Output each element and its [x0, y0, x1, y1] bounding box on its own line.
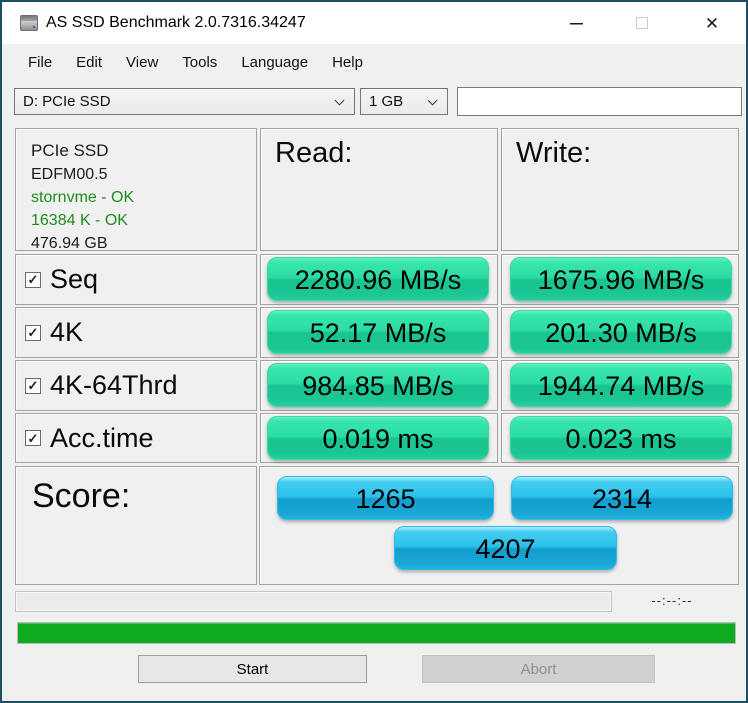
write-header-panel: Write: [501, 128, 739, 251]
menu-edit[interactable]: Edit [64, 44, 114, 82]
ssd-drive-icon [20, 14, 38, 31]
4k-checkbox[interactable]: ✓ [25, 325, 41, 341]
menu-language[interactable]: Language [229, 44, 320, 82]
row-4k-label: 4K [50, 317, 83, 348]
4k-read-value: 52.17 MB/s [267, 310, 489, 354]
chevron-down-icon [335, 96, 345, 106]
row-seq-label: Seq [50, 264, 98, 295]
maximize-button[interactable] [618, 2, 666, 44]
score-read-value: 1265 [277, 476, 494, 520]
seq-write-value: 1675.96 MB/s [510, 257, 732, 301]
current-test-progress-bar [15, 591, 612, 612]
score-label-panel: Score: [15, 466, 257, 585]
drive-select[interactable]: D: PCIe SSD [14, 88, 355, 115]
read-header: Read: [261, 129, 497, 170]
menu-help[interactable]: Help [320, 44, 375, 82]
drive-select-value: D: PCIe SSD [23, 93, 111, 110]
check-icon: ✓ [28, 326, 39, 339]
acctime-write-value: 0.023 ms [510, 416, 732, 460]
overall-progress-bar [17, 622, 736, 644]
test-size-value: 1 GB [369, 93, 403, 110]
write-header: Write: [502, 129, 738, 170]
window-title: AS SSD Benchmark 2.0.7316.34247 [46, 2, 306, 44]
drive-capacity: 476.94 GB [31, 232, 256, 255]
acctime-checkbox[interactable]: ✓ [25, 430, 41, 446]
score-label: Score: [32, 477, 130, 515]
app-window: AS SSD Benchmark 2.0.7316.34247 ✕ File E… [0, 0, 748, 703]
time-remaining: --:--:-- [630, 593, 714, 608]
row-4k64thrd: ✓ 4K-64Thrd [15, 360, 257, 411]
test-size-select[interactable]: 1 GB [360, 88, 448, 115]
seq-checkbox[interactable]: ✓ [25, 272, 41, 288]
start-button[interactable]: Start [138, 655, 367, 683]
menu-tools[interactable]: Tools [170, 44, 229, 82]
row-acctime: ✓ Acc.time [15, 413, 257, 463]
4k-write-value: 201.30 MB/s [510, 310, 732, 354]
check-icon: ✓ [28, 379, 39, 392]
close-button[interactable]: ✕ [688, 2, 736, 44]
drive-info-panel: PCIe SSD EDFM00.5 stornvme - OK 16384 K … [15, 128, 257, 251]
4k64thrd-write-value: 1944.74 MB/s [510, 363, 732, 407]
row-4k64thrd-label: 4K-64Thrd [50, 370, 178, 401]
score-total-value: 4207 [394, 526, 617, 570]
chevron-down-icon [428, 96, 438, 106]
start-button-label: Start [237, 661, 269, 678]
row-seq: ✓ Seq [15, 254, 257, 305]
row-4k: ✓ 4K [15, 307, 257, 358]
read-header-panel: Read: [260, 128, 498, 251]
menu-view[interactable]: View [114, 44, 170, 82]
minimize-button[interactable] [552, 2, 600, 44]
abort-button-label: Abort [521, 661, 557, 678]
drive-firmware: EDFM00.5 [31, 163, 256, 186]
close-icon: ✕ [705, 15, 719, 32]
score-write-value: 2314 [511, 476, 733, 520]
drive-model: PCIe SSD [31, 138, 256, 163]
drive-driver-status: stornvme - OK [31, 186, 256, 209]
acctime-read-value: 0.019 ms [267, 416, 489, 460]
toolbar-text-input[interactable] [457, 87, 742, 116]
menu-bar: File Edit View Tools Language Help [16, 44, 375, 82]
4k64thrd-checkbox[interactable]: ✓ [25, 378, 41, 394]
row-acctime-label: Acc.time [50, 423, 154, 454]
menu-file[interactable]: File [16, 44, 64, 82]
maximize-icon [636, 17, 648, 29]
seq-read-value: 2280.96 MB/s [267, 257, 489, 301]
4k64thrd-read-value: 984.85 MB/s [267, 363, 489, 407]
title-bar: AS SSD Benchmark 2.0.7316.34247 ✕ [2, 2, 746, 44]
check-icon: ✓ [28, 273, 39, 286]
abort-button[interactable]: Abort [422, 655, 655, 683]
drive-alignment-status: 16384 K - OK [31, 209, 256, 232]
check-icon: ✓ [28, 432, 39, 445]
minimize-icon [570, 23, 583, 24]
